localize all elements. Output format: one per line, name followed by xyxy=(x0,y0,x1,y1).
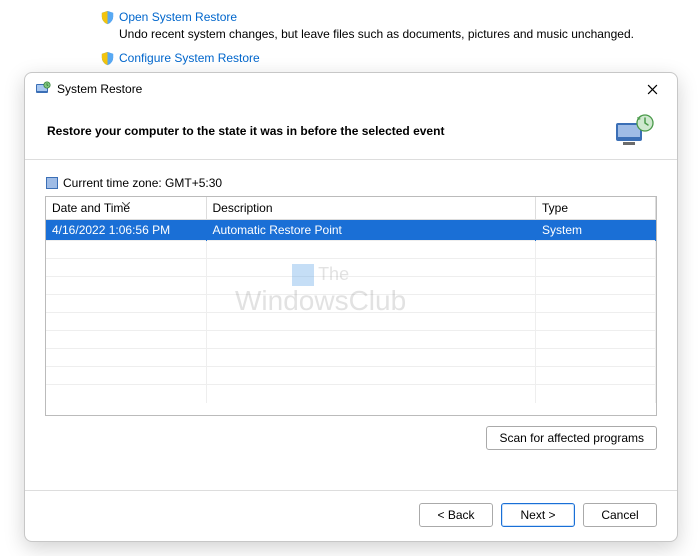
shield-icon xyxy=(100,10,115,25)
globe-icon xyxy=(45,176,59,190)
col-type-label: Type xyxy=(542,201,568,215)
close-button[interactable] xyxy=(629,74,675,104)
dialog-title: System Restore xyxy=(57,82,142,96)
configure-system-restore-link[interactable]: Configure System Restore xyxy=(119,51,260,65)
timezone-label: Current time zone: GMT+5:30 xyxy=(63,176,222,190)
table-row-empty xyxy=(46,241,656,259)
table-row[interactable]: 4/16/2022 1:06:56 PM Automatic Restore P… xyxy=(46,220,656,241)
table-row-empty xyxy=(46,277,656,295)
table-row-empty xyxy=(46,331,656,349)
restore-wizard-icon xyxy=(613,113,655,149)
cell-desc: Automatic Restore Point xyxy=(206,220,536,241)
table-row-empty xyxy=(46,295,656,313)
table-row-empty xyxy=(46,385,656,403)
sort-chevron-icon xyxy=(122,196,130,210)
table-row-empty xyxy=(46,313,656,331)
cell-type: System xyxy=(536,220,656,241)
open-system-restore-desc: Undo recent system changes, but leave fi… xyxy=(119,27,700,41)
open-system-restore-link[interactable]: Open System Restore xyxy=(119,10,237,24)
close-icon xyxy=(647,84,658,95)
table-row-empty xyxy=(46,349,656,367)
next-button[interactable]: Next > xyxy=(501,503,575,527)
restore-points-table[interactable]: Date and Time Description Type 4/16/2022… xyxy=(45,196,657,416)
dialog-heading: Restore your computer to the state it wa… xyxy=(47,124,444,138)
shield-icon xyxy=(100,51,115,66)
heading-row: Restore your computer to the state it wa… xyxy=(25,105,677,159)
col-description-label: Description xyxy=(213,201,273,215)
table-row-empty xyxy=(46,367,656,385)
col-date-time-label: Date and Time xyxy=(52,201,130,215)
dialog-footer: < Back Next > Cancel xyxy=(25,490,677,541)
timezone-row: Current time zone: GMT+5:30 xyxy=(45,176,657,190)
col-description[interactable]: Description xyxy=(206,197,536,220)
background-content: Open System Restore Undo recent system c… xyxy=(0,0,700,66)
back-button[interactable]: < Back xyxy=(419,503,493,527)
system-restore-dialog: System Restore Restore your computer to … xyxy=(24,72,678,542)
cancel-button[interactable]: Cancel xyxy=(583,503,657,527)
col-date-time[interactable]: Date and Time xyxy=(46,197,206,220)
table-row-empty xyxy=(46,259,656,277)
system-restore-icon xyxy=(35,81,51,97)
titlebar[interactable]: System Restore xyxy=(25,73,677,105)
cell-date: 4/16/2022 1:06:56 PM xyxy=(46,220,206,241)
col-type[interactable]: Type xyxy=(536,197,656,220)
scan-affected-programs-button[interactable]: Scan for affected programs xyxy=(486,426,657,450)
dialog-content: Current time zone: GMT+5:30 Date and Tim… xyxy=(25,159,677,490)
